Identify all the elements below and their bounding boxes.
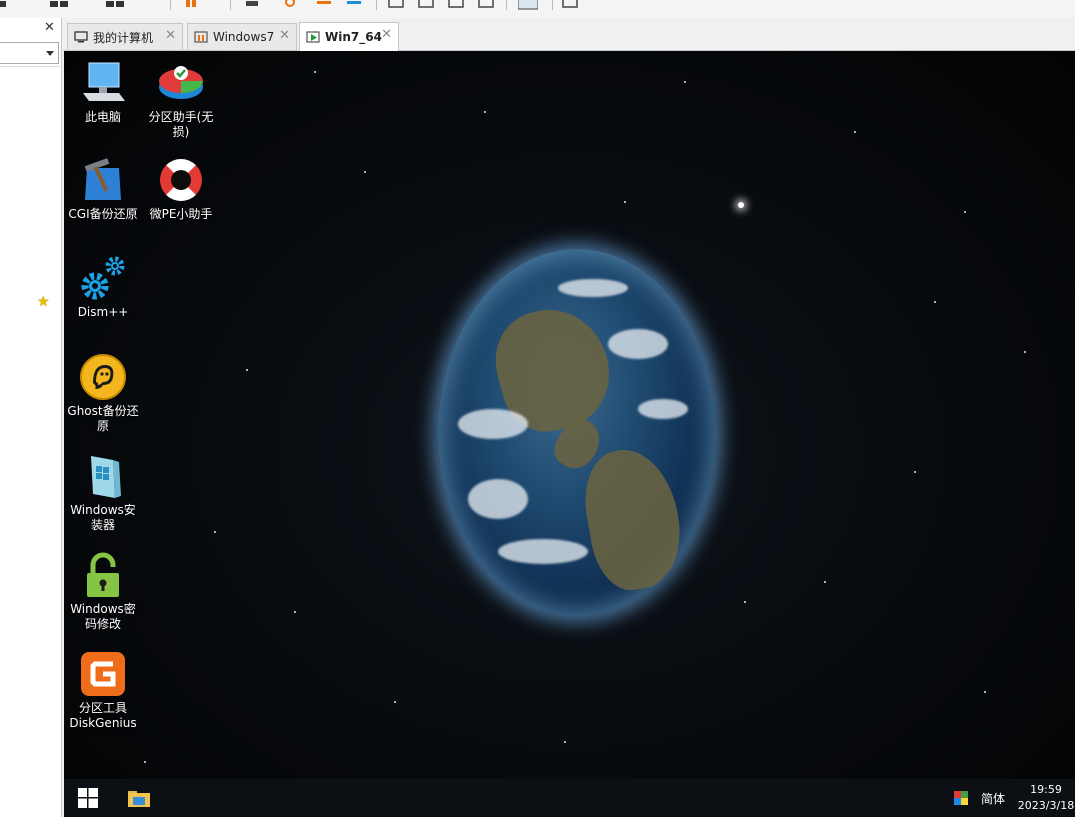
desktop-icon-dism[interactable]: Dism++ (65, 254, 141, 320)
language-indicator[interactable]: 简体 (981, 790, 1005, 807)
unity-icon[interactable] (448, 0, 464, 8)
tab-label: Windows7 (213, 30, 275, 44)
desktop-icon-label: Windows安装器 (70, 503, 136, 532)
folder-icon (128, 791, 150, 807)
vm-toolbar (0, 0, 1075, 18)
cgi-backup-icon (79, 156, 127, 204)
close-icon[interactable]: ✕ (381, 27, 392, 42)
desktop-icon-label: 微PE小助手 (149, 207, 213, 221)
view-console-icon[interactable] (388, 0, 404, 8)
diskgenius-icon (79, 650, 127, 698)
desktop-icon-this-pc[interactable]: 此电脑 (65, 59, 141, 125)
console-view-icon[interactable] (517, 0, 539, 10)
wallpaper-star (246, 369, 248, 371)
wallpaper-star (394, 701, 396, 703)
tab-my-computer[interactable]: 我的计算机 ✕ (67, 23, 183, 50)
wallpaper-star (1024, 351, 1026, 353)
library-panel: ✕ ★ (0, 18, 62, 817)
partition-assistant-icon (157, 59, 205, 107)
wallpaper-star (294, 611, 296, 613)
desktop-icon-label: CGI备份还原 (68, 207, 138, 221)
wallpaper-star (964, 211, 966, 213)
toolbar-menu-icon[interactable] (50, 0, 68, 8)
tab-label: Win7_64 (325, 30, 382, 44)
wallpaper-star (854, 131, 856, 133)
toolbar-edge-icon[interactable] (0, 0, 16, 8)
wallpaper-star (564, 741, 566, 743)
wallpaper-star (738, 202, 744, 208)
vm-running-icon (306, 31, 320, 43)
clock-time: 19:59 (1030, 783, 1062, 796)
toolbar-view-icon[interactable] (106, 0, 124, 8)
computer-icon (79, 59, 127, 107)
snapshot-manager-icon[interactable] (346, 0, 362, 8)
thumbnail-icon[interactable] (562, 0, 578, 8)
desktop-icon-label: 分区工具DiskGenius (69, 701, 137, 730)
library-divider (0, 66, 60, 67)
desktop-icon-label: 此电脑 (84, 110, 121, 124)
wallpaper-star (914, 471, 916, 473)
earth-wallpaper (438, 249, 716, 617)
close-icon[interactable]: ✕ (279, 28, 290, 43)
desktop-icon-windows-password[interactable]: Windows密码修改 (65, 551, 141, 632)
wallpaper-star (824, 581, 826, 583)
wallpaper-star (984, 691, 986, 693)
desktop-icon-diskgenius[interactable]: 分区工具DiskGenius (65, 650, 141, 731)
snapshot-icon[interactable] (284, 0, 300, 8)
wallpaper-star (484, 111, 486, 113)
vm-tabstrip: 我的计算机 ✕ Windows7 ✕ Win7_64 ✕ (63, 18, 1075, 51)
wallpaper-star (144, 761, 146, 763)
guest-desktop[interactable]: 此电脑 分区助手(无损) CGI备份还原 微PE小助手 Dism++ Ghost… (64, 51, 1075, 779)
send-keys-icon[interactable] (244, 0, 260, 8)
fullscreen-icon[interactable] (418, 0, 434, 8)
lifebuoy-icon (157, 156, 205, 204)
close-icon[interactable]: ✕ (165, 28, 176, 43)
clock-date: 2023/3/18 (1017, 799, 1075, 812)
vm-icon (194, 31, 208, 43)
desktop-icon-ghost[interactable]: Ghost备份还原 (65, 353, 141, 434)
start-button[interactable] (78, 788, 98, 808)
file-explorer-button[interactable] (128, 788, 150, 808)
padlock-icon (79, 551, 127, 599)
revert-snapshot-icon[interactable] (316, 0, 332, 8)
wallpaper-star (214, 531, 216, 533)
wallpaper-star (684, 81, 686, 83)
desktop-icon-label: Windows密码修改 (70, 602, 136, 631)
wallpaper-star (624, 201, 626, 203)
wallpaper-star (314, 71, 316, 73)
desktop-icon-label: 分区助手(无损) (148, 110, 214, 139)
library-close-icon[interactable]: ✕ (44, 20, 55, 35)
gears-icon (79, 254, 127, 302)
stretch-icon[interactable] (478, 0, 494, 8)
guest-taskbar: 简体 19:59 2023/3/18 (64, 779, 1075, 817)
desktop-icon-label: Ghost备份还原 (67, 404, 139, 433)
tab-win7-64[interactable]: Win7_64 ✕ (299, 22, 399, 51)
desktop-icon-windows-installer[interactable]: Windows安装器 (65, 452, 141, 533)
desktop-icon-cgi-backup[interactable]: CGI备份还原 (65, 156, 141, 222)
tray-clock[interactable]: 19:59 2023/3/18 (1016, 782, 1075, 814)
desktop-icon-label: Dism++ (77, 305, 129, 319)
windows-logo-icon (78, 788, 98, 808)
tab-label: 我的计算机 (93, 30, 154, 45)
desktop-icon-wepe-helper[interactable]: 微PE小助手 (143, 156, 219, 222)
wallpaper-star (934, 301, 936, 303)
input-method-icon[interactable] (954, 790, 968, 805)
windows-installer-icon (79, 452, 127, 500)
ghost-icon (79, 353, 127, 401)
desktop-icon-partition-assistant[interactable]: 分区助手(无损) (143, 59, 219, 140)
tab-windows7[interactable]: Windows7 ✕ (187, 23, 297, 50)
pause-icon[interactable] (184, 0, 200, 8)
wallpaper-star (744, 601, 746, 603)
chevron-down-icon[interactable] (46, 51, 54, 56)
library-search-combo[interactable] (0, 42, 59, 64)
favorite-star-icon[interactable]: ★ (37, 294, 50, 310)
wallpaper-star (364, 171, 366, 173)
monitor-icon (74, 31, 88, 43)
